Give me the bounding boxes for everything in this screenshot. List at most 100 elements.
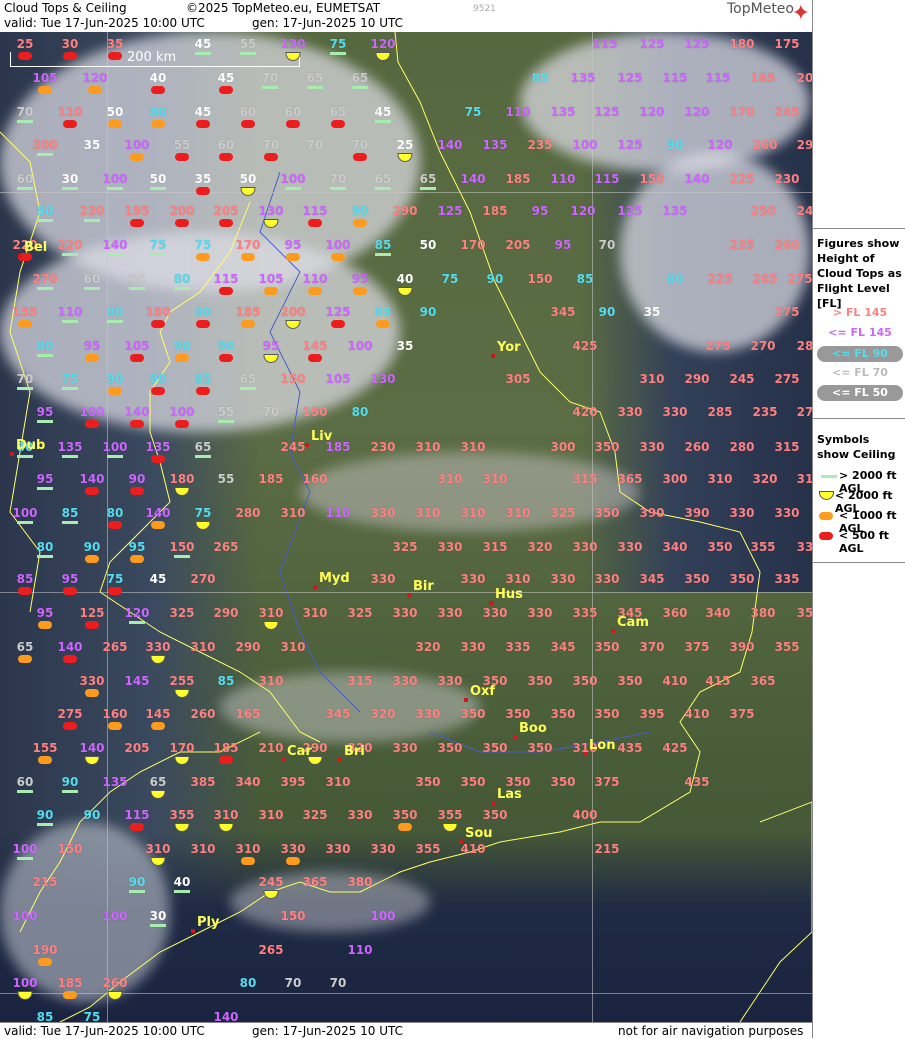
ceiling-red-symbol <box>196 120 210 128</box>
cloud-top-value: 185 <box>482 204 508 218</box>
ceiling-line-symbol <box>129 890 145 893</box>
city-label: Boo <box>519 721 547 736</box>
cloud-top-value: 310 <box>460 440 486 454</box>
cloud-top-value: 315 <box>482 540 508 554</box>
cloud-top-value: 315 <box>347 674 373 688</box>
cloud-top-value: 270 <box>190 572 216 586</box>
cloud-top-value: 100 <box>572 138 598 152</box>
cloud-top-value: 310 <box>235 842 261 856</box>
cloud-top-value: 305 <box>505 372 531 386</box>
cloud-top-value: 435 <box>684 775 710 789</box>
cloud-top-value: 100 <box>370 909 396 923</box>
ceiling-red-symbol <box>85 621 99 629</box>
cloud-top-value: 80 <box>666 272 684 286</box>
cloud-top-value: 90 <box>194 305 212 319</box>
cloud-top-value: 130 <box>370 372 396 386</box>
cloud-top-value: 165 <box>750 71 776 85</box>
ceiling-line-symbol <box>375 120 391 123</box>
ceiling-line-symbol <box>129 621 145 624</box>
cloud-top-value: 275 <box>774 305 800 319</box>
ceiling-orange-symbol <box>286 857 300 865</box>
cloud-top-value: 85 <box>217 674 235 688</box>
cloud-top-value: 85 <box>374 305 392 319</box>
cloud-top-value: 330 <box>527 606 553 620</box>
ceiling-orange-symbol <box>88 86 102 94</box>
cloud-top-value: 230 <box>79 204 105 218</box>
cloud-top-value: 350 <box>550 707 576 721</box>
cloud-top-value: 140 <box>684 172 710 186</box>
cloud-top-value: 310 <box>325 775 351 789</box>
cloud-top-value: 140 <box>79 472 105 486</box>
legend-fl-le50: <= FL 50 <box>817 385 903 401</box>
satellite-map[interactable]: 200 km 25 30 35 45 55 130 75 120 115 125 125 180 175… <box>0 32 812 1022</box>
cloud-top-value: 135 <box>482 138 508 152</box>
cloud-top-value: 350 <box>392 808 418 822</box>
cloud-top-value: 100 <box>102 440 128 454</box>
cloud-top-value: 340 <box>235 775 261 789</box>
cloud-top-value: 135 <box>57 440 83 454</box>
cloud-top-value: 90 <box>666 138 684 152</box>
cloud-top-value: 35 <box>106 37 124 51</box>
cloud-top-value: 290 <box>213 606 239 620</box>
ceiling-line-symbol <box>62 187 78 190</box>
cloud-top-value: 40 <box>173 875 191 889</box>
cloud-top-value: 95 <box>351 272 369 286</box>
scale-bar-label: 200 km <box>127 50 177 65</box>
cloud-top-value: 350 <box>550 775 576 789</box>
cloud-top-value: 70 <box>16 372 34 386</box>
cloud-top-value: 140 <box>213 1010 239 1022</box>
cloud-top-value: 30 <box>61 37 79 51</box>
ceiling-red-symbol <box>151 320 165 328</box>
cloud-top-value: 45 <box>217 71 235 85</box>
ceiling-red-symbol <box>175 219 189 227</box>
cloud-top-value: 105 <box>325 372 351 386</box>
cloud-top-value: 320 <box>415 640 441 654</box>
cloud-top-value: 350 <box>527 674 553 688</box>
cloud-top-value: 270 <box>32 272 58 286</box>
cloud-top-value: 330 <box>325 842 351 856</box>
cloud-top-value: 350 <box>527 741 553 755</box>
cloud-top-value: 210 <box>258 741 284 755</box>
cloud-top-value: 90 <box>106 305 124 319</box>
city-marker <box>491 801 495 805</box>
cloud-top-value: 75 <box>83 1010 101 1022</box>
ceiling-line-symbol <box>62 455 78 458</box>
cloud-top-value: 275 <box>705 339 731 353</box>
cloud-top-value: 140 <box>102 238 128 252</box>
cloud-top-value: 55 <box>173 138 191 152</box>
ceiling-orange-symbol <box>130 153 144 161</box>
cloud-top-value: 75 <box>194 238 212 252</box>
cloud-top-value: 125 <box>437 204 463 218</box>
cloud-top-value: 100 <box>124 138 150 152</box>
cloud-top-value: 28 <box>796 339 812 353</box>
ceiling-line-symbol <box>195 455 211 458</box>
cloud-top-value: 100 <box>12 506 38 520</box>
cloud-top-value: 70 <box>329 976 347 990</box>
footer-disclaimer: not for air navigation purposes <box>618 1024 804 1038</box>
ceiling-red-symbol <box>196 387 210 395</box>
ceiling-line-symbol <box>107 187 123 190</box>
ceiling-red-symbol <box>219 354 233 362</box>
cloud-top-value: 80 <box>351 405 369 419</box>
ceiling-orange-symbol <box>241 857 255 865</box>
cloud-top-value: 150 <box>639 172 665 186</box>
cloud-top-value: 195 <box>124 204 150 218</box>
cloud-top-value: 365 <box>750 674 776 688</box>
cloud-top-value: 185 <box>258 472 284 486</box>
cloud-top-value: 290 <box>235 640 261 654</box>
cloud-top-value: 120 <box>370 37 396 51</box>
cloud-top-value: 70 <box>16 105 34 119</box>
ceiling-line-symbol <box>37 354 53 357</box>
cloud-top-value: 90 <box>128 875 146 889</box>
city-label: Myd <box>319 571 350 586</box>
cloud-top-value: 120 <box>570 204 596 218</box>
cloud-top-value: 115 <box>592 37 618 51</box>
ceiling-line-symbol <box>174 555 190 558</box>
cloud-top-value: 110 <box>347 943 373 957</box>
cloud-top-value: 345 <box>550 640 576 654</box>
cloud-top-value: 310 <box>190 842 216 856</box>
cloud-top-value: 85 <box>374 238 392 252</box>
cloud-top-value: 120 <box>684 105 710 119</box>
cloud-top-value: 325 <box>347 606 373 620</box>
cloud-top-value: 245 <box>280 440 306 454</box>
